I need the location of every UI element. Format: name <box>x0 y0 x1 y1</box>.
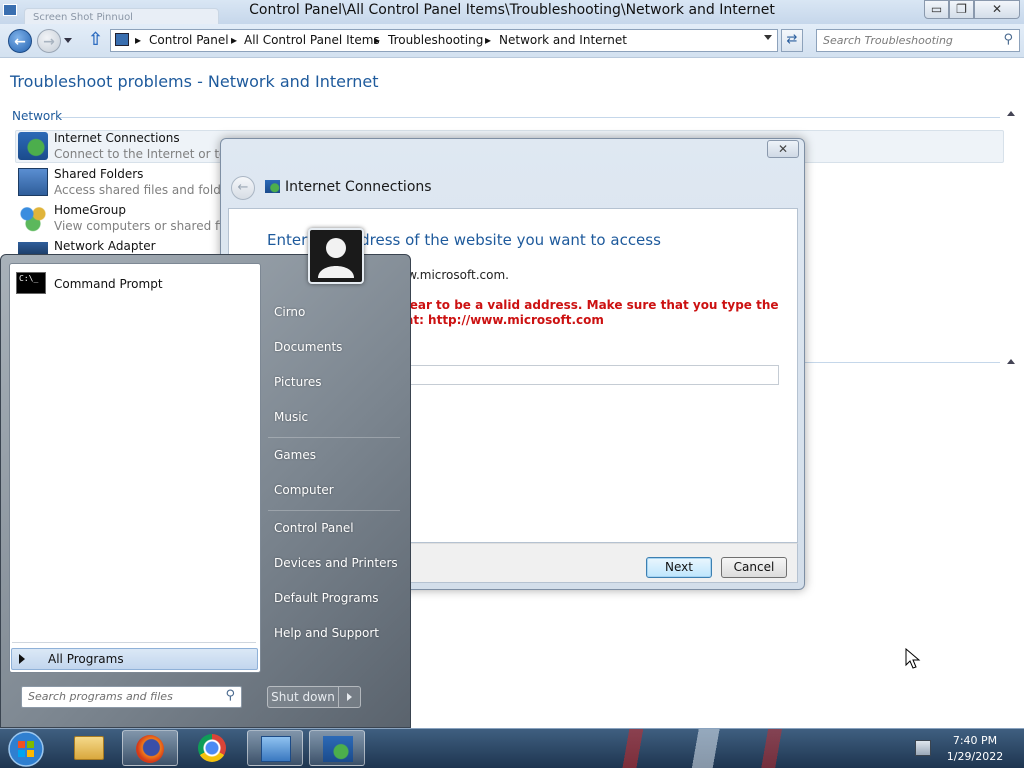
window-title: Control Panel\All Control Panel Items\Tr… <box>249 2 775 18</box>
breadcrumb-separator-icon[interactable]: ▸ <box>135 33 141 47</box>
item-name: HomeGroup <box>54 203 126 217</box>
taskbar-firefox[interactable] <box>122 730 178 766</box>
troubleshooter-homegroup[interactable]: HomeGroup View computers or shared files… <box>18 202 338 238</box>
internet-connections-icon <box>323 736 353 762</box>
all-programs-button[interactable]: All Programs <box>11 648 258 670</box>
all-programs-label: All Programs <box>48 652 124 666</box>
internet-connections-icon <box>18 132 48 160</box>
troubleshooter-shared-folders[interactable]: Shared Folders Access shared files and f… <box>18 166 362 202</box>
start-right-separator <box>268 437 400 438</box>
shutdown-options-button[interactable] <box>339 686 361 708</box>
window-titlebar: Screen Shot Pinnuol Control Panel\All Co… <box>0 0 1024 28</box>
start-right-default-programs[interactable]: Default Programs <box>274 591 379 605</box>
control-panel-icon <box>115 33 129 46</box>
up-folder-icon[interactable]: ⇧ <box>88 31 104 50</box>
address-dropdown-icon[interactable] <box>764 35 772 40</box>
section-header-network[interactable]: Network <box>12 109 62 123</box>
start-right-music[interactable]: Music <box>274 410 308 424</box>
command-prompt-icon: C:\_ <box>16 272 46 294</box>
clock-date: 1/29/2022 <box>946 750 1004 763</box>
user-account-picture[interactable] <box>308 228 364 284</box>
item-name: Shared Folders <box>54 167 144 181</box>
internet-connections-icon <box>265 180 280 193</box>
start-right-control-panel[interactable]: Control Panel <box>274 521 354 535</box>
search-icon: ⚲ <box>225 688 235 703</box>
breadcrumb-all-items[interactable]: All Control Panel Items <box>244 33 380 47</box>
maximize-button[interactable]: ❐ <box>949 0 974 19</box>
taskbar-internet-connections[interactable] <box>309 730 365 766</box>
chrome-icon <box>198 734 226 762</box>
refresh-button[interactable]: ⇄ <box>781 29 803 52</box>
start-right-games[interactable]: Games <box>274 448 316 462</box>
search-icon[interactable]: ⚲ <box>1003 32 1013 47</box>
breadcrumb-network-and-internet[interactable]: Network and Internet <box>499 33 627 47</box>
programs-list: C:\_ Command Prompt <box>9 263 261 673</box>
recent-pages-dropdown-icon[interactable] <box>64 38 72 43</box>
start-right-computer[interactable]: Computer <box>274 483 334 497</box>
start-right-separator <box>268 510 400 511</box>
cancel-button[interactable]: Cancel <box>721 557 787 578</box>
page-title: Troubleshoot problems - Network and Inte… <box>10 72 379 91</box>
program-label: Command Prompt <box>54 277 163 291</box>
program-command-prompt[interactable]: C:\_ Command Prompt <box>12 269 258 301</box>
user-silhouette-icon <box>318 238 354 278</box>
search-placeholder: Search Troubleshooting <box>823 34 953 47</box>
start-search-placeholder: Search programs and files <box>28 690 173 703</box>
close-icon: ✕ <box>777 142 789 156</box>
start-right-user[interactable]: Cirno <box>274 305 305 319</box>
back-button[interactable]: ← <box>8 29 32 53</box>
folder-icon <box>74 736 104 760</box>
shared-folders-icon <box>18 168 48 196</box>
expand-arrow-icon <box>19 654 25 664</box>
system-clock[interactable]: 7:40 PM 1/29/2022 <box>935 733 1015 765</box>
refresh-icon: ⇄ <box>786 32 798 47</box>
breadcrumb-separator-icon[interactable]: ▸ <box>231 33 237 47</box>
item-name: Internet Connections <box>54 131 180 145</box>
shutdown-button[interactable]: Shut down <box>267 686 339 708</box>
collapse-section-icon[interactable] <box>1007 111 1015 116</box>
mouse-pointer-icon <box>905 648 921 669</box>
programs-divider <box>12 642 256 643</box>
close-button[interactable]: ✕ <box>974 0 1020 19</box>
item-name: Network Adapter <box>54 239 156 253</box>
network-tray-icon[interactable] <box>915 740 931 756</box>
start-right-documents[interactable]: Documents <box>274 340 342 354</box>
section-divider <box>800 362 1000 363</box>
taskbar-chrome[interactable] <box>184 730 240 766</box>
start-right-help-and-support[interactable]: Help and Support <box>274 626 379 640</box>
homegroup-icon <box>18 204 48 232</box>
dialog-title: Internet Connections <box>285 179 432 195</box>
start-button[interactable] <box>6 730 46 768</box>
forward-button[interactable]: → <box>37 29 61 53</box>
control-panel-icon <box>261 736 291 762</box>
collapse-section-icon[interactable] <box>1007 359 1015 364</box>
breadcrumb-separator-icon[interactable]: ▸ <box>485 33 491 47</box>
breadcrumb-separator-icon[interactable]: ▸ <box>374 33 380 47</box>
start-search-input[interactable]: Search programs and files ⚲ <box>21 686 242 708</box>
troubleshooter-internet-connections[interactable]: Internet Connections Connect to the Inte… <box>18 130 349 166</box>
back-arrow-icon: ← <box>14 34 26 50</box>
start-right-devices-and-printers[interactable]: Devices and Printers <box>274 556 398 570</box>
address-bar[interactable]: ▸ Control Panel ▸ All Control Panel Item… <box>110 29 778 52</box>
dialog-back-button[interactable]: ← <box>231 176 255 200</box>
navigation-bar: ← → ⇧ ▸ Control Panel ▸ All Control Pane… <box>0 24 1024 58</box>
dialog-close-button[interactable]: ✕ <box>767 140 799 158</box>
section-divider <box>60 117 1000 118</box>
back-arrow-icon: ← <box>237 180 249 195</box>
clock-time: 7:40 PM <box>952 734 998 747</box>
next-button[interactable]: Next <box>646 557 712 578</box>
breadcrumb-troubleshooting[interactable]: Troubleshooting <box>388 33 483 47</box>
minimize-button[interactable]: ▭ <box>924 0 949 19</box>
wallpaper-strip <box>560 729 900 768</box>
firefox-icon <box>136 735 164 763</box>
search-input[interactable]: Search Troubleshooting ⚲ <box>816 29 1020 52</box>
forward-arrow-icon: → <box>43 34 55 50</box>
taskbar-control-panel[interactable] <box>247 730 303 766</box>
start-right-pictures[interactable]: Pictures <box>274 375 322 389</box>
windows-orb-icon <box>8 731 44 767</box>
taskbar-windows-explorer[interactable] <box>62 730 118 766</box>
breadcrumb-control-panel[interactable]: Control Panel <box>149 33 229 47</box>
